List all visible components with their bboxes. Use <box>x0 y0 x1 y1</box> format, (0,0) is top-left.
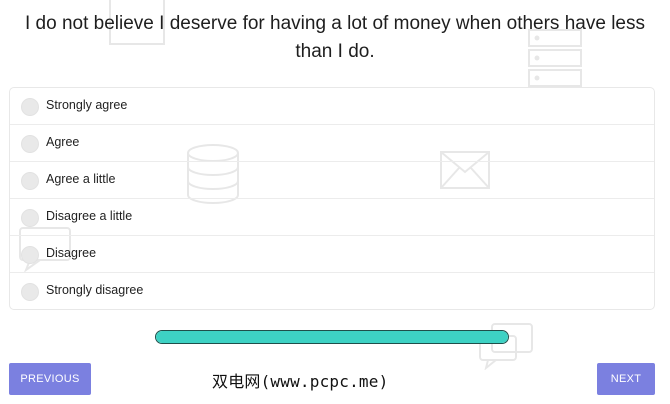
option-label: Disagree <box>46 246 97 260</box>
option-label: Strongly disagree <box>46 283 144 297</box>
radio-strongly-disagree[interactable] <box>21 283 39 301</box>
radio-disagree[interactable] <box>21 246 39 264</box>
option-disagree-a-little[interactable]: Disagree a little <box>10 199 654 236</box>
answer-options: Strongly agree Agree Agree a little Disa… <box>9 87 655 310</box>
radio-agree-a-little[interactable] <box>21 172 39 190</box>
radio-strongly-agree[interactable] <box>21 98 39 116</box>
question-text: I do not believe I deserve for having a … <box>25 13 645 62</box>
option-agree[interactable]: Agree <box>10 125 654 162</box>
option-label: Agree <box>46 135 80 149</box>
progress-bar <box>155 330 509 344</box>
progress-fill <box>156 331 508 343</box>
option-strongly-disagree[interactable]: Strongly disagree <box>10 273 654 309</box>
next-button[interactable]: NEXT <box>597 363 655 395</box>
option-label: Strongly agree <box>46 98 128 112</box>
radio-agree[interactable] <box>21 135 39 153</box>
option-label: Agree a little <box>46 172 116 186</box>
previous-button[interactable]: PREVIOUS <box>9 363 91 395</box>
radio-disagree-a-little[interactable] <box>21 209 39 227</box>
option-label: Disagree a little <box>46 209 133 223</box>
option-strongly-agree[interactable]: Strongly agree <box>10 88 654 125</box>
option-disagree[interactable]: Disagree <box>10 236 654 273</box>
option-agree-a-little[interactable]: Agree a little <box>10 162 654 199</box>
watermark-text: 双电网(www.pcpc.me) <box>212 372 389 391</box>
